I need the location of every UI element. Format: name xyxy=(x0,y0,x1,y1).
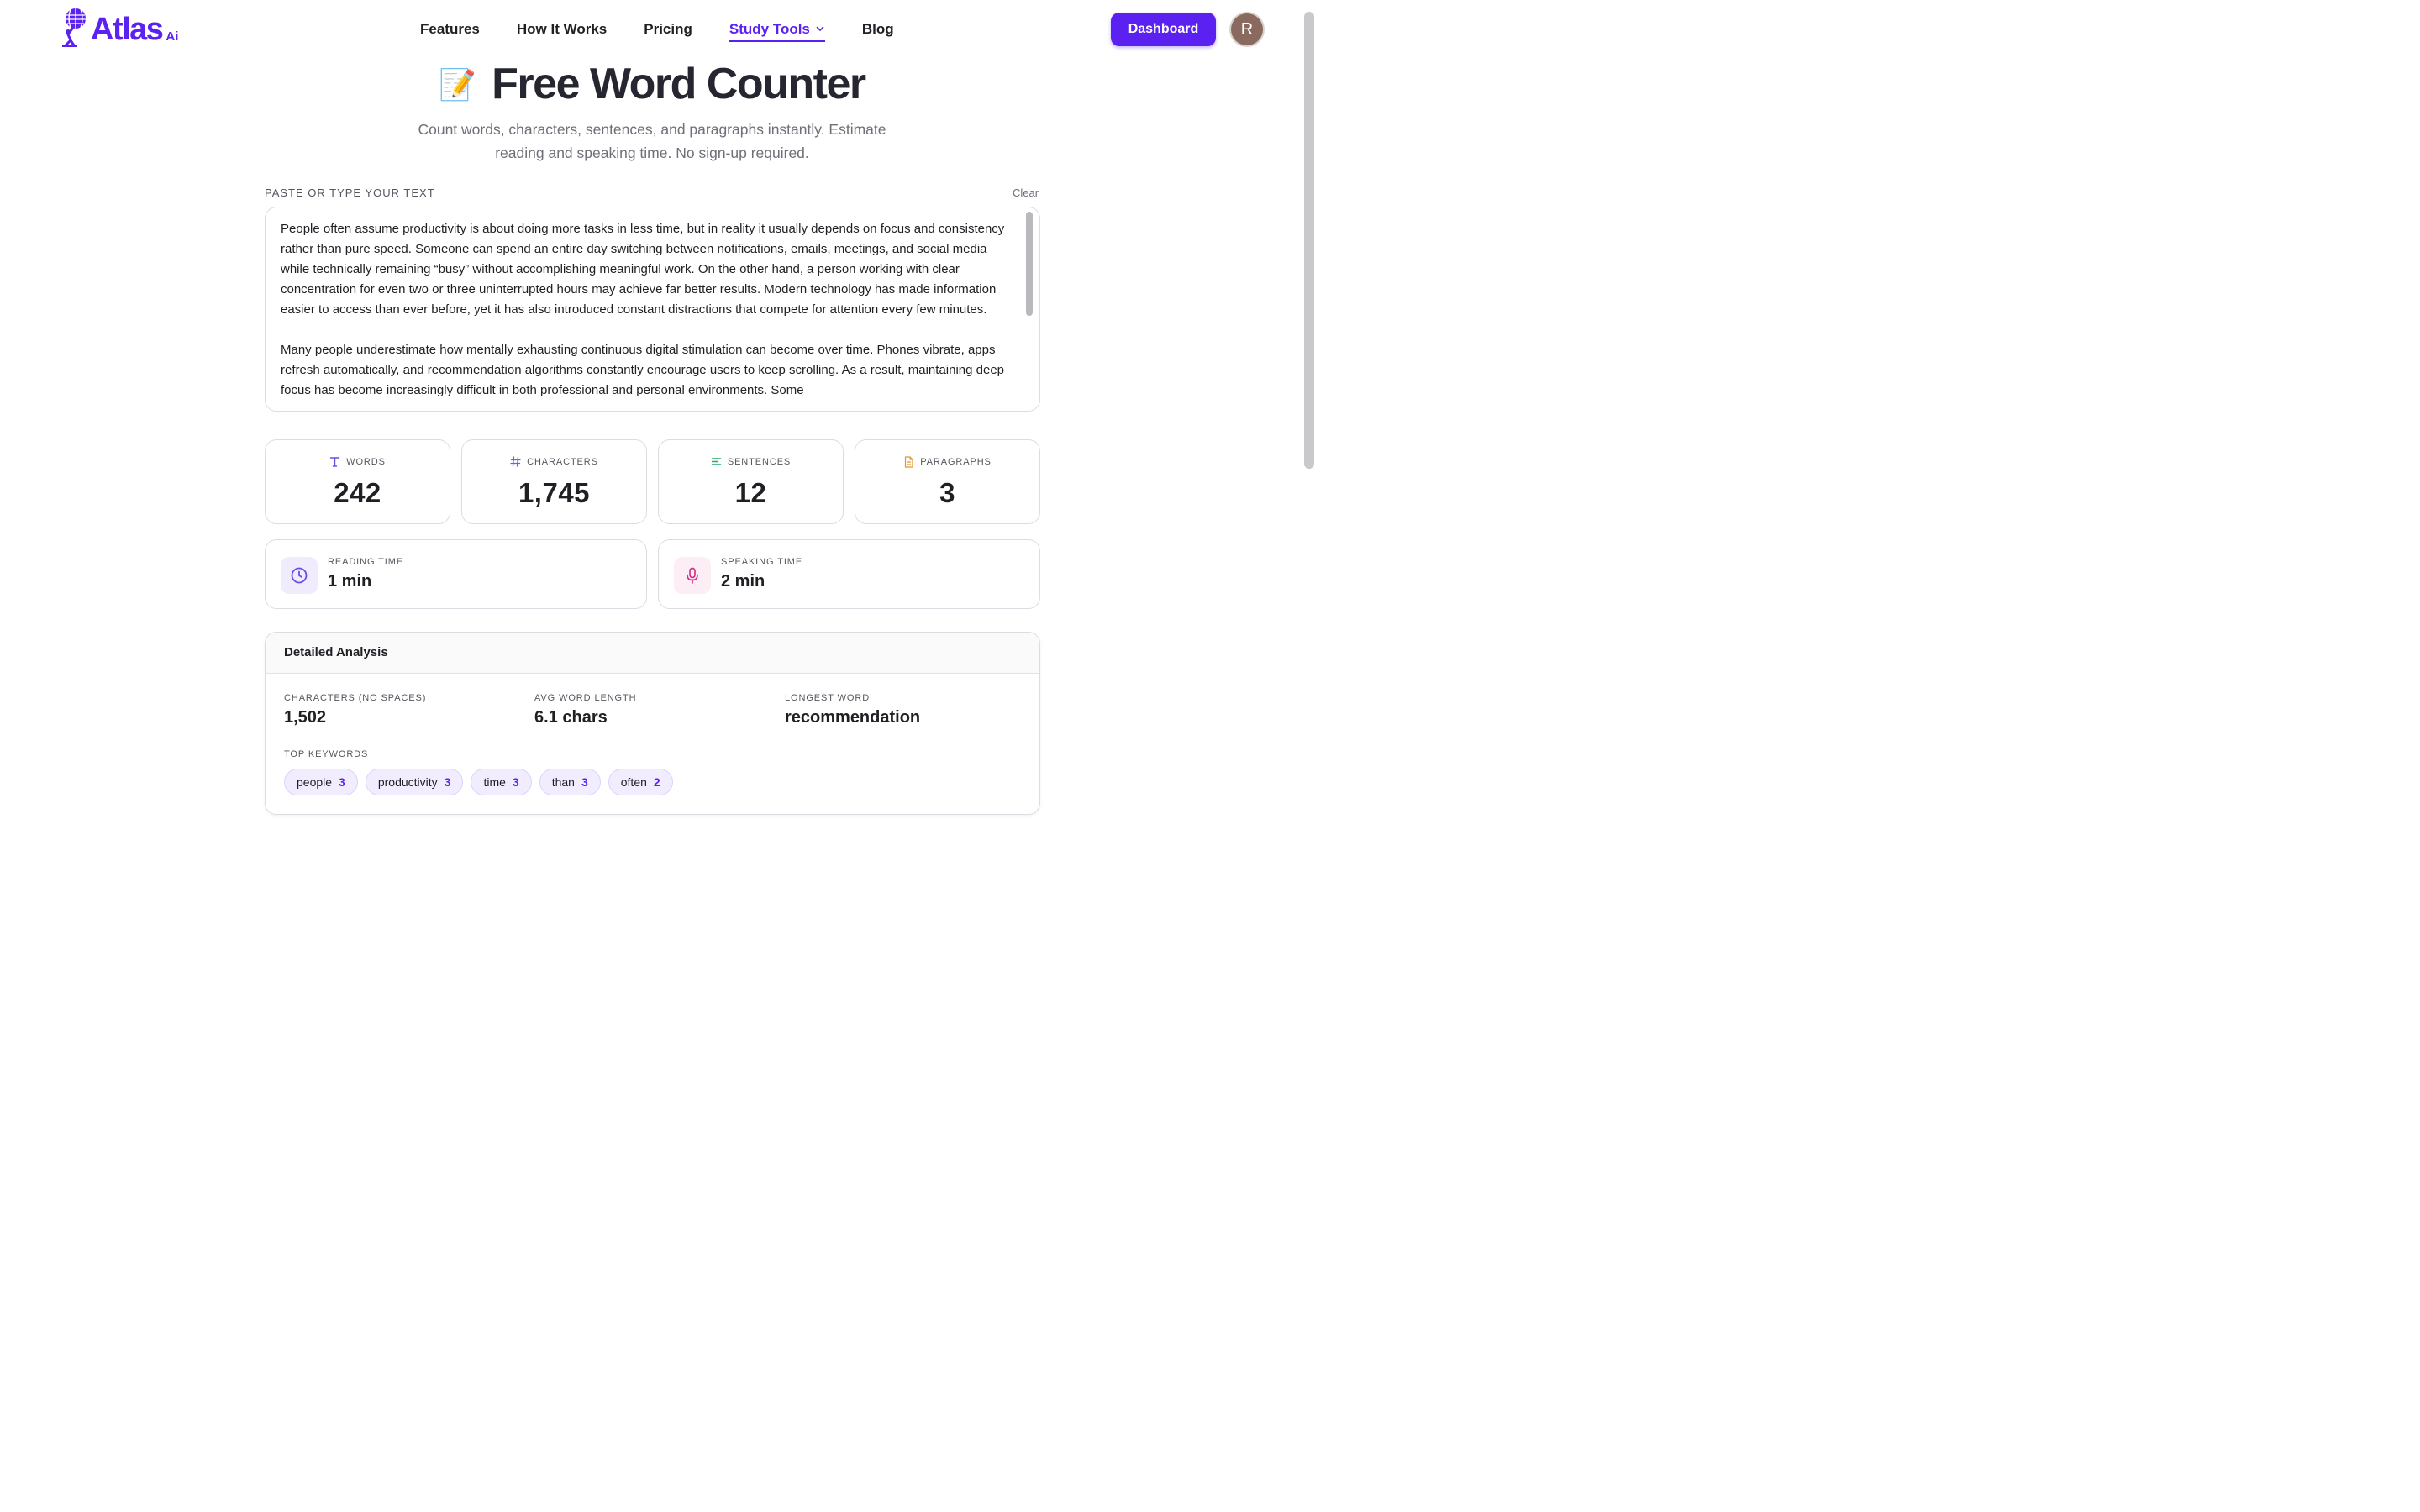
words-count: 242 xyxy=(334,477,381,508)
keyword-chip-list: people 3 productivity 3 time 3 than 3 often 2 xyxy=(284,769,673,795)
speaking-time-card: SPEAKING TIME 2 min xyxy=(658,539,1040,609)
top-keywords-label: TOP KEYWORDS xyxy=(284,749,369,759)
memo-icon: 📝 xyxy=(439,67,477,102)
nav-item-pricing[interactable]: Pricing xyxy=(644,20,692,42)
clock-icon xyxy=(291,567,308,584)
nav-label: Features xyxy=(420,21,480,37)
detailed-analysis-panel: Detailed Analysis CHARACTERS (NO SPACES)… xyxy=(265,632,1040,815)
characters-count: 1,745 xyxy=(518,477,591,508)
metric-value: recommendation xyxy=(785,708,921,727)
time-icon-tile xyxy=(281,557,318,594)
dashboard-button[interactable]: Dashboard xyxy=(1111,13,1216,46)
keyword-word: often xyxy=(620,775,647,789)
sentences-count: 12 xyxy=(734,477,767,508)
keyword-count: 3 xyxy=(512,775,519,789)
sentences-stat-card: SENTENCES 12 xyxy=(658,439,844,524)
chars-no-spaces-metric: CHARACTERS (NO SPACES) 1,502 xyxy=(284,693,426,727)
stat-header: PARAGRAPHS xyxy=(855,456,1039,468)
atlas-globe-icon xyxy=(62,8,86,47)
stat-header: CHARACTERS xyxy=(462,456,646,467)
nav-label: Pricing xyxy=(644,21,692,37)
text-input-label: PASTE OR TYPE YOUR TEXT xyxy=(265,186,435,199)
stat-header: WORDS xyxy=(266,456,450,467)
characters-stat-card: CHARACTERS 1,745 xyxy=(461,439,647,524)
keyword-chip[interactable]: time 3 xyxy=(471,769,532,795)
keyword-count: 3 xyxy=(444,775,451,789)
paragraphs-count: 3 xyxy=(939,477,955,508)
brand-logo[interactable]: Atlas Ai xyxy=(60,7,178,47)
metric-label: CHARACTERS (NO SPACES) xyxy=(284,693,427,703)
reading-time-label: READING TIME xyxy=(328,557,404,567)
keyword-chip[interactable]: people 3 xyxy=(284,769,358,795)
keyword-chip[interactable]: than 3 xyxy=(539,769,601,795)
metric-value: 1,502 xyxy=(284,708,327,727)
nav-item-how-it-works[interactable]: How It Works xyxy=(517,20,607,42)
brand-suffix: Ai xyxy=(166,29,179,44)
stat-header: SENTENCES xyxy=(659,456,843,467)
text-input-area[interactable]: People often assume productivity is abou… xyxy=(265,207,1040,412)
text-type-icon xyxy=(329,457,340,467)
align-lines-icon xyxy=(711,458,722,465)
document-icon xyxy=(905,456,913,468)
keyword-chip[interactable]: often 2 xyxy=(608,769,673,795)
page-title: 📝 Free Word Counter xyxy=(0,59,1304,109)
page-title-text: Free Word Counter xyxy=(492,60,866,108)
hash-icon xyxy=(510,456,521,467)
time-icon-tile xyxy=(674,557,711,594)
page-subtitle: Count words, characters, sentences, and … xyxy=(418,121,886,161)
clear-button[interactable]: Clear xyxy=(1013,186,1039,199)
metric-label: AVG WORD LENGTH xyxy=(534,693,637,703)
keyword-chip[interactable]: productivity 3 xyxy=(365,769,464,795)
keyword-word: than xyxy=(551,775,575,789)
stat-label: WORDS xyxy=(346,456,386,467)
nav-item-study-tools[interactable]: Study Tools xyxy=(729,20,825,42)
keyword-word: time xyxy=(483,775,506,789)
speaking-time-value: 2 min xyxy=(721,572,765,591)
paragraphs-stat-card: PARAGRAPHS 3 xyxy=(855,439,1040,524)
reading-time-value: 1 min xyxy=(328,572,372,591)
words-stat-card: WORDS 242 xyxy=(265,439,450,524)
main-nav: Features How It Works Pricing Study Tool… xyxy=(420,20,931,42)
speaking-time-label: SPEAKING TIME xyxy=(721,557,803,567)
nav-label: Blog xyxy=(861,21,894,37)
chevron-down-icon xyxy=(816,26,824,32)
avg-word-length-metric: AVG WORD LENGTH 6.1 chars xyxy=(534,693,636,727)
nav-label: Study Tools xyxy=(729,21,810,37)
page-scrollbar[interactable] xyxy=(1304,12,1314,469)
microphone-icon xyxy=(687,567,698,584)
nav-item-features[interactable]: Features xyxy=(420,20,480,42)
keyword-count: 3 xyxy=(339,775,345,789)
text-paragraph: People often assume productivity is abou… xyxy=(281,222,1005,317)
stat-label: PARAGRAPHS xyxy=(920,457,992,467)
text-paragraph: Many people underestimate how mentally e… xyxy=(281,343,1005,397)
metric-label: LONGEST WORD xyxy=(785,693,871,703)
longest-word-metric: LONGEST WORD recommendation xyxy=(785,693,920,727)
text-input-content[interactable]: People often assume productivity is abou… xyxy=(281,219,1012,411)
reading-time-card: READING TIME 1 min xyxy=(265,539,647,609)
analysis-title: Detailed Analysis xyxy=(266,633,1039,674)
stat-label: SENTENCES xyxy=(727,456,792,467)
keyword-word: people xyxy=(297,775,333,789)
user-avatar[interactable]: R xyxy=(1231,13,1263,45)
stat-label: CHARACTERS xyxy=(527,456,598,467)
nav-label: How It Works xyxy=(516,21,608,37)
nav-item-blog[interactable]: Blog xyxy=(862,20,894,42)
brand-name: Atlas xyxy=(91,12,164,47)
text-input-scrollbar[interactable] xyxy=(1026,212,1033,316)
metric-value: 6.1 chars xyxy=(534,708,608,727)
keyword-count: 2 xyxy=(653,775,660,789)
top-nav-bar: Atlas Ai Features How It Works Pricing S… xyxy=(0,0,1318,59)
keyword-word: productivity xyxy=(377,775,438,789)
keyword-count: 3 xyxy=(581,775,588,789)
